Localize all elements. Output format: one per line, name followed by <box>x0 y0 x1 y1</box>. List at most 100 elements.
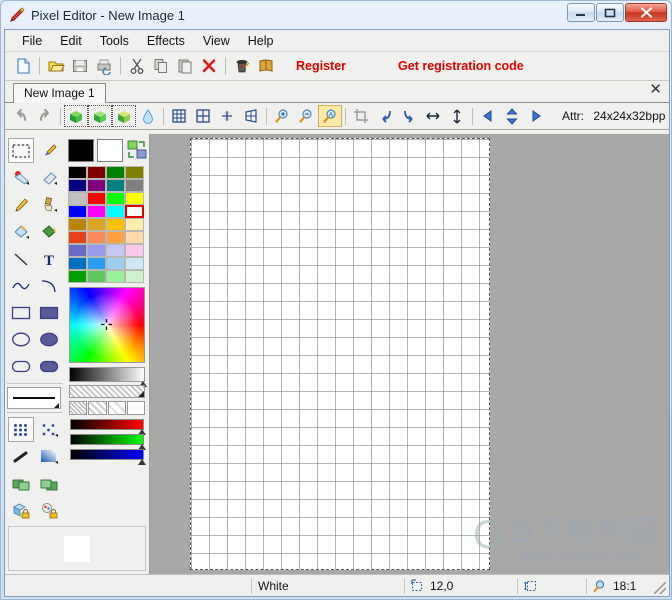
zoom-actual-icon[interactable]: A <box>318 105 342 127</box>
tool-dither-dense[interactable] <box>8 417 34 442</box>
tool-gradient[interactable] <box>36 444 62 469</box>
background-color-swatch[interactable] <box>97 139 123 162</box>
maximize-button[interactable] <box>596 3 624 22</box>
color-swatch[interactable] <box>125 244 144 257</box>
tool-airbrush[interactable] <box>8 444 34 469</box>
color-swatch[interactable] <box>106 205 125 218</box>
minimize-button[interactable] <box>567 3 595 22</box>
register-link[interactable]: Register <box>296 59 346 73</box>
close-tab-icon[interactable]: ✕ <box>649 83 662 97</box>
move-updown-icon[interactable] <box>500 105 524 127</box>
zoom-out-icon[interactable] <box>294 105 318 127</box>
line-width-selector[interactable] <box>7 387 61 409</box>
pattern-cell-none[interactable] <box>127 401 145 415</box>
flip-horizontal-icon[interactable] <box>421 105 445 127</box>
tool-eyedropper[interactable] <box>36 138 62 163</box>
new-file-icon[interactable] <box>11 54 35 78</box>
pattern-cell-dense[interactable] <box>69 401 87 415</box>
menu-help[interactable]: Help <box>239 32 283 50</box>
close-button[interactable] <box>625 3 667 22</box>
grid-fine-icon[interactable] <box>167 105 191 127</box>
color-swatch[interactable] <box>87 270 106 283</box>
pattern-cell-medium[interactable] <box>88 401 106 415</box>
tool-rectangle[interactable] <box>8 300 34 325</box>
tab-new-image-1[interactable]: New Image 1 <box>13 83 106 103</box>
redo-icon[interactable] <box>33 105 57 127</box>
get-registration-code-link[interactable]: Get registration code <box>398 59 524 73</box>
menu-edit[interactable]: Edit <box>51 32 91 50</box>
resize-grip[interactable] <box>654 582 666 594</box>
tool-ellipse-filled[interactable] <box>36 327 62 352</box>
foreground-color-swatch[interactable] <box>68 139 94 162</box>
copy-icon[interactable] <box>149 54 173 78</box>
tool-paint-bucket[interactable] <box>36 219 62 244</box>
red-slider[interactable] <box>70 419 144 430</box>
undo-icon[interactable] <box>9 105 33 127</box>
wizard-icon[interactable] <box>230 54 254 78</box>
color-swatch[interactable] <box>68 205 87 218</box>
color-swatch[interactable] <box>106 192 125 205</box>
color-swatch[interactable] <box>106 244 125 257</box>
color-swatch[interactable] <box>125 205 144 218</box>
cube-front-icon[interactable] <box>64 105 88 127</box>
print-icon[interactable] <box>92 54 116 78</box>
tool-text[interactable]: T <box>36 246 62 271</box>
save-file-icon[interactable] <box>68 54 92 78</box>
swap-colors-icon[interactable] <box>126 139 148 161</box>
color-swatch[interactable] <box>125 231 144 244</box>
tool-eraser[interactable] <box>36 165 62 190</box>
cube-middle-icon[interactable] <box>88 105 112 127</box>
tool-arc[interactable] <box>36 273 62 298</box>
menu-view[interactable]: View <box>194 32 239 50</box>
color-swatch[interactable] <box>87 257 106 270</box>
book-icon[interactable] <box>254 54 278 78</box>
color-swatch[interactable] <box>125 218 144 231</box>
rotate-right-icon[interactable] <box>397 105 421 127</box>
tool-brush[interactable] <box>36 192 62 217</box>
tool-ellipse[interactable] <box>8 327 34 352</box>
color-swatch[interactable] <box>68 244 87 257</box>
tool-layer-back[interactable] <box>36 471 62 496</box>
tool-line[interactable] <box>8 246 34 271</box>
tool-rounded-rect-filled[interactable] <box>36 354 62 379</box>
tool-rectangle-filled[interactable] <box>36 300 62 325</box>
color-swatch[interactable] <box>125 270 144 283</box>
color-swatch[interactable] <box>68 192 87 205</box>
color-swatch[interactable] <box>87 192 106 205</box>
color-swatch[interactable] <box>125 192 144 205</box>
tool-fill-pattern[interactable] <box>8 219 34 244</box>
tool-lock-alpha[interactable] <box>8 498 34 523</box>
color-swatch[interactable] <box>106 166 125 179</box>
color-swatch[interactable] <box>125 257 144 270</box>
tool-curve[interactable] <box>8 273 34 298</box>
menu-effects[interactable]: Effects <box>138 32 194 50</box>
green-slider[interactable] <box>70 434 144 445</box>
color-swatch[interactable] <box>106 231 125 244</box>
canvas-area[interactable]: O 当下软件园 www.downxia.com <box>150 134 669 574</box>
move-right-icon[interactable] <box>524 105 548 127</box>
color-swatch[interactable] <box>68 257 87 270</box>
crop-icon[interactable] <box>349 105 373 127</box>
color-swatch[interactable] <box>106 179 125 192</box>
zoom-in-icon[interactable] <box>270 105 294 127</box>
color-swatch[interactable] <box>87 231 106 244</box>
tool-select-rect[interactable] <box>8 138 34 163</box>
image-canvas[interactable] <box>190 138 490 570</box>
droplet-icon[interactable] <box>136 105 160 127</box>
color-swatch[interactable] <box>106 270 125 283</box>
grid-coarse-icon[interactable] <box>191 105 215 127</box>
flip-vertical-icon[interactable] <box>445 105 469 127</box>
menu-file[interactable]: File <box>13 32 51 50</box>
blue-slider-thumb[interactable] <box>138 459 146 465</box>
cut-icon[interactable] <box>125 54 149 78</box>
move-left-icon[interactable] <box>476 105 500 127</box>
perspective-grid-icon[interactable] <box>239 105 263 127</box>
color-swatch[interactable] <box>125 179 144 192</box>
pattern-preview[interactable] <box>69 385 145 398</box>
color-swatch[interactable] <box>87 244 106 257</box>
color-swatch[interactable] <box>87 179 106 192</box>
tool-color-replace[interactable] <box>8 165 34 190</box>
color-swatch[interactable] <box>106 218 125 231</box>
color-swatch[interactable] <box>68 179 87 192</box>
color-swatch[interactable] <box>125 166 144 179</box>
